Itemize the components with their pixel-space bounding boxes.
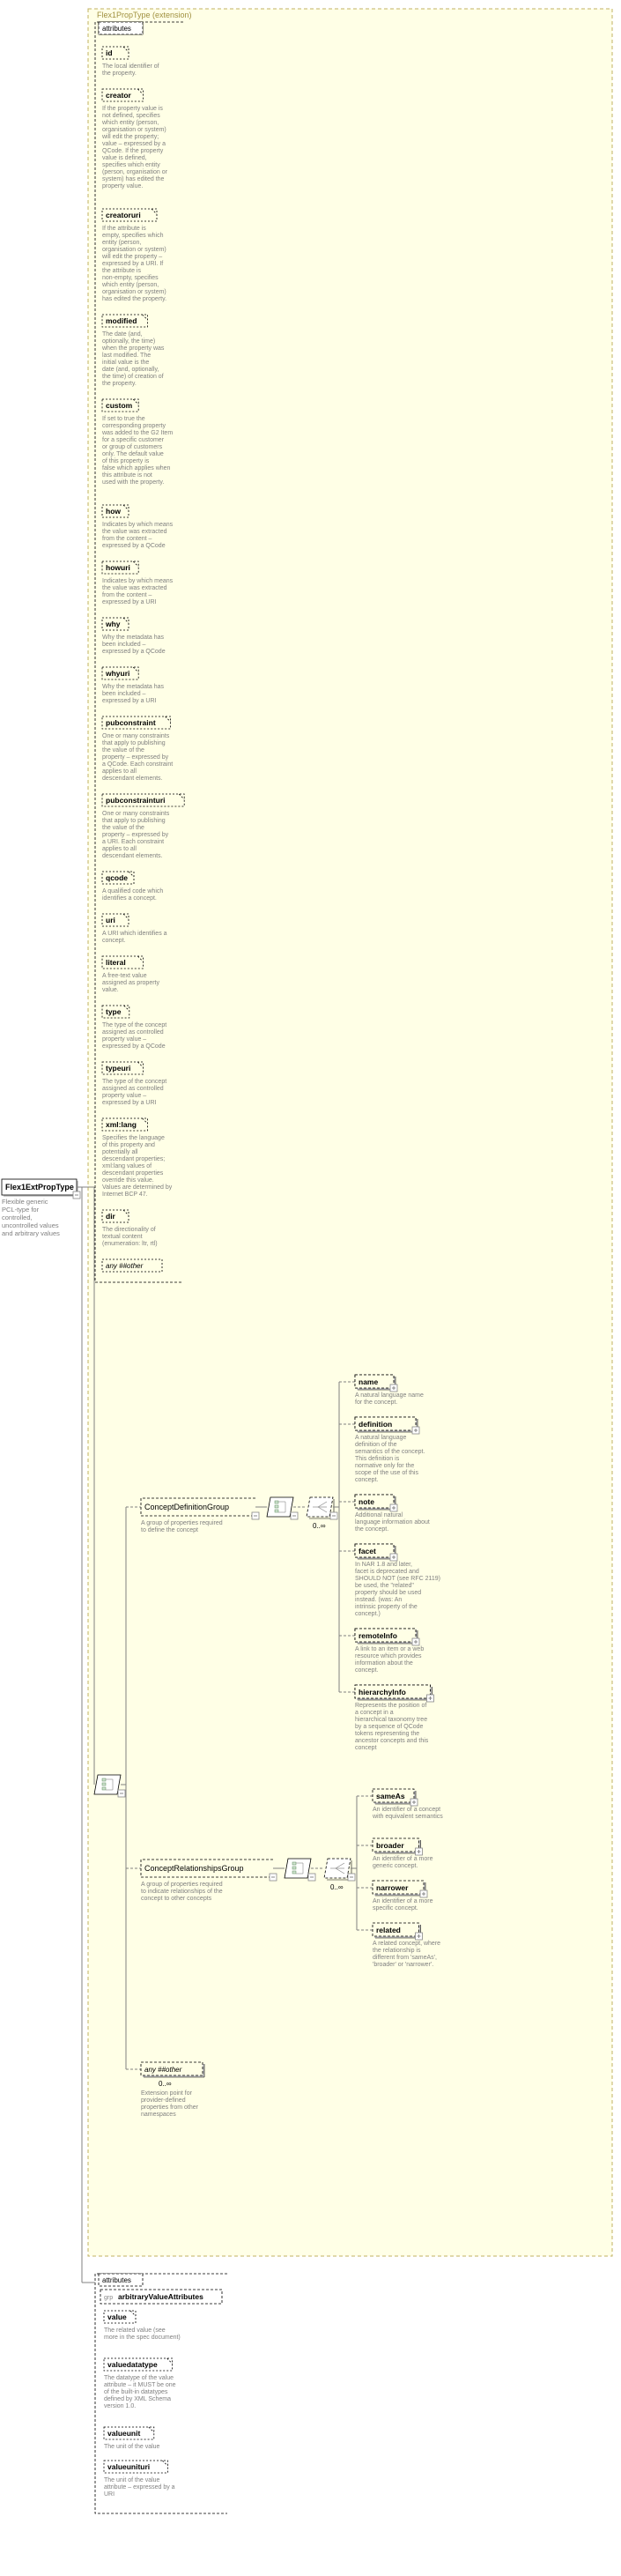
crg-child-sameAs: sameAs	[376, 1792, 405, 1800]
cdg-child-facet: facet	[359, 1547, 376, 1555]
crg-child-sameAs-desc: An identifier of a conceptwith equivalen…	[372, 1807, 443, 1820]
cdg-cardinality: 0..∞	[313, 1522, 326, 1530]
attribute-dir: dir	[106, 1212, 116, 1221]
cdg-child-remoteInfo: remoteInfo	[359, 1631, 397, 1640]
crg-child-narrower: narrower	[376, 1883, 409, 1892]
ava-valueunituri-desc: The unit of the valueattribute – express…	[104, 2477, 175, 2498]
attribute-literal: literal	[106, 958, 126, 967]
attribute-custom: custom	[106, 401, 133, 410]
crg-child-related-desc: A related concept, wherethe relationship…	[373, 1941, 440, 1968]
attribute-creatoruri: creatoruri	[106, 211, 141, 219]
any-other-2-card: 0..∞	[159, 2080, 172, 2088]
cdg-child-note: note	[359, 1497, 374, 1506]
attribute-qcode: qcode	[106, 873, 128, 882]
cdg-child-definition: definition	[359, 1420, 392, 1429]
attribute-typeuri: typeuri	[106, 1064, 130, 1073]
attribute-qcode-desc: A qualified code whichidentifies a conce…	[102, 888, 163, 902]
attribute-howuri: howuri	[106, 563, 130, 572]
root-type-desc: Flexible genericPCL-type forcontrolled,u…	[2, 1198, 60, 1237]
concept-relationships-group-desc: A group of properties requiredto indicat…	[141, 1882, 223, 1902]
crg-child-broader: broader	[376, 1841, 404, 1850]
extension-group-label: Flex1PropType (extension)	[97, 11, 192, 19]
extension-group	[88, 9, 612, 2256]
ava-value: value	[107, 2312, 127, 2321]
attribute-why: why	[105, 620, 121, 628]
ava-valueunituri: valueunituri	[107, 2462, 150, 2471]
ava-value-desc: The related value (seemore in the spec d…	[104, 2327, 181, 2341]
attribute-pubconstrainturi: pubconstrainturi	[106, 796, 166, 805]
cdg-child-name: name	[359, 1377, 378, 1386]
ava-attributes-label: attributes	[102, 2276, 131, 2284]
attribute-whyuri: whyuri	[105, 669, 129, 678]
attribute-id: id	[106, 48, 113, 57]
attribute-how: how	[106, 507, 121, 516]
attribute-type: type	[106, 1007, 122, 1016]
ava-grp-name: arbitraryValueAttributes	[118, 2292, 203, 2301]
attribute-uri: uri	[106, 916, 115, 924]
any-other-2: any ##other	[144, 2066, 182, 2074]
attribute-creator: creator	[106, 91, 132, 100]
ava-valueunit: valueunit	[107, 2429, 140, 2438]
any-other-1: any ##other	[106, 1262, 144, 1270]
attribute-modified: modified	[106, 316, 137, 325]
crg-cardinality: 0..∞	[330, 1883, 344, 1891]
root-type-label: Flex1ExtPropType	[5, 1183, 74, 1191]
attributes-box-label: attributes	[102, 25, 131, 33]
attribute-creator-desc: If the property value isnot defined, spe…	[101, 106, 168, 189]
ava-valuedatatype-desc: The datatype of the valueattribute – it …	[104, 2375, 176, 2409]
ava-valuedatatype: valuedatatype	[107, 2360, 158, 2369]
crg-child-related: related	[376, 1926, 401, 1934]
ava-valueunit-desc: The unit of the value	[104, 2444, 160, 2450]
concept-definition-group: ConceptDefinitionGroup	[144, 1503, 229, 1511]
attribute-creatoruri-desc: If the attribute isempty, specifies whic…	[101, 226, 166, 302]
concept-relationships-group: ConceptRelationshipsGroup	[144, 1864, 244, 1873]
attribute-pubconstraint: pubconstraint	[106, 718, 156, 727]
attribute-xml:lang: xml:lang	[106, 1120, 137, 1129]
ava-grp-prefix: grp	[104, 2295, 113, 2301]
cdg-child-hierarchyInfo: hierarchyInfo	[359, 1688, 406, 1696]
